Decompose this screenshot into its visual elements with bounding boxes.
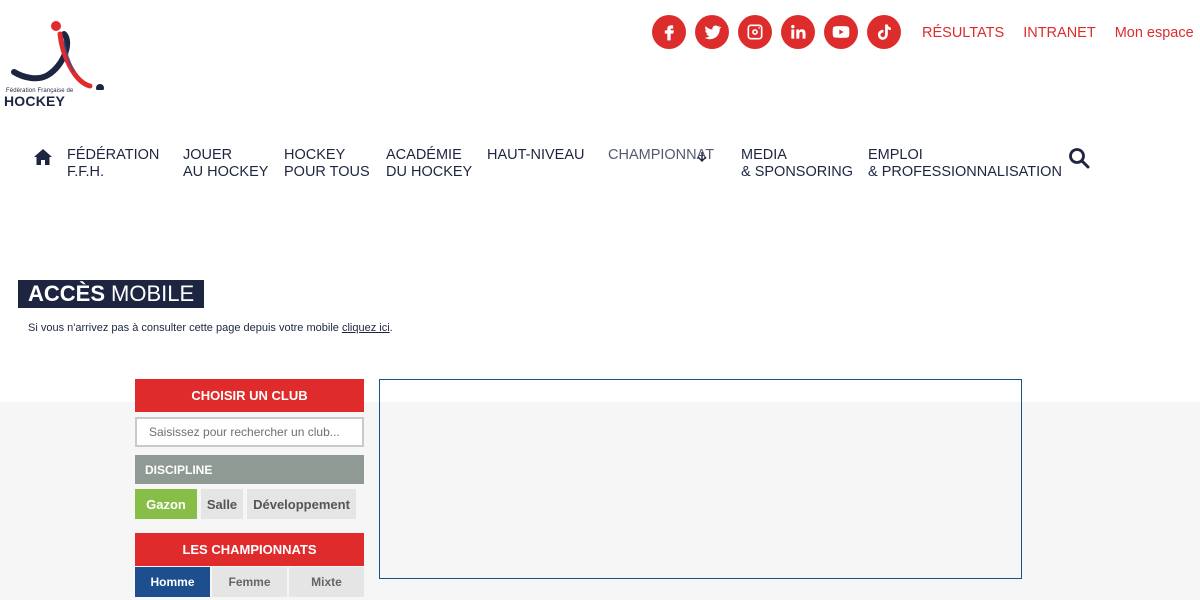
tiktok-icon[interactable]: [867, 15, 901, 49]
results-frame: [379, 379, 1022, 579]
mobile-note: Si vous n'arrivez pas à consulter cette …: [28, 322, 393, 334]
discipline-developpement[interactable]: Développement: [247, 489, 356, 519]
nav-hockey-pour-tous[interactable]: HOCKEY POUR TOUS: [284, 147, 370, 181]
intranet-link[interactable]: INTRANET: [1023, 25, 1096, 41]
nav-emploi-line2: & PROFESSIONNALISATION: [868, 164, 1062, 180]
resultats-link[interactable]: RÉSULTATS: [922, 25, 1004, 41]
chevron-down-icon: [697, 152, 707, 162]
logo-title: HOCKEY: [4, 93, 66, 109]
gender-mixte[interactable]: Mixte: [289, 567, 364, 597]
top-links: RÉSULTATS INTRANET Mon espace: [922, 25, 1194, 41]
nav-federation-line1: FÉDÉRATION: [67, 147, 160, 163]
mobile-link[interactable]: cliquez ici: [342, 322, 390, 334]
youtube-icon[interactable]: [824, 15, 858, 49]
gender-options: Homme Femme Mixte: [135, 567, 364, 597]
acces-mobile-title: ACCÈS MOBILE: [18, 280, 205, 308]
twitter-icon[interactable]: [695, 15, 729, 49]
nav-media-line1: MEDIA: [741, 147, 787, 163]
nav-jouer[interactable]: JOUER AU HOCKEY: [183, 147, 268, 181]
nav-jouer-line1: JOUER: [183, 147, 233, 163]
nav-hockey-pour-tous-line2: POUR TOUS: [284, 164, 370, 180]
acces-title-bold: ACCÈS: [28, 281, 106, 306]
discipline-options: Gazon Salle Développement: [135, 489, 364, 519]
acces-title-light: MOBILE: [111, 281, 195, 306]
nav-emploi-line1: EMPLOI: [868, 147, 923, 163]
mobile-note-text: Si vous n'arrivez pas à consulter cette …: [28, 322, 339, 334]
instagram-icon[interactable]: [738, 15, 772, 49]
nav-federation[interactable]: FÉDÉRATION F.F.H.: [67, 147, 159, 181]
nav-academie-line1: ACADÉMIE: [386, 147, 462, 163]
nav-academie[interactable]: ACADÉMIE DU HOCKEY: [386, 147, 472, 181]
page: Fédération Française de HOCKEY RÉSULTATS…: [0, 0, 1200, 600]
logo-mark: [11, 21, 104, 92]
facebook-icon[interactable]: [652, 15, 686, 49]
gender-homme[interactable]: Homme: [135, 567, 210, 597]
mobile-note-period: .: [389, 322, 393, 334]
social-links: [652, 15, 901, 49]
club-search-input[interactable]: [135, 417, 364, 447]
choose-club-header: CHOISIR UN CLUB: [135, 379, 364, 412]
nav-jouer-line2: AU HOCKEY: [183, 164, 269, 180]
nav-hockey-pour-tous-line1: HOCKEY: [284, 147, 346, 163]
championnats-header: LES CHAMPIONNATS: [135, 533, 364, 566]
nav-emploi[interactable]: EMPLOI & PROFESSIONNALISATION: [868, 147, 1062, 181]
home-icon[interactable]: [33, 148, 53, 166]
nav-media-line2: & SPONSORING: [741, 164, 853, 180]
nav-haut-niveau[interactable]: HAUT-NIVEAU: [487, 147, 585, 164]
mon-espace-link[interactable]: Mon espace: [1115, 25, 1194, 41]
search-icon[interactable]: [1068, 147, 1090, 169]
ffh-logo[interactable]: Fédération Française de HOCKEY: [4, 20, 108, 110]
discipline-salle[interactable]: Salle: [201, 489, 243, 519]
discipline-header: DISCIPLINE: [135, 455, 364, 484]
linkedin-icon[interactable]: [781, 15, 815, 49]
gender-femme[interactable]: Femme: [212, 567, 287, 597]
nav-media[interactable]: MEDIA & SPONSORING: [741, 147, 853, 181]
nav-federation-line2: F.F.H.: [67, 164, 105, 180]
nav-academie-line2: DU HOCKEY: [386, 164, 473, 180]
club-panel: CHOISIR UN CLUB DISCIPLINE Gazon Salle D…: [135, 379, 364, 597]
discipline-gazon[interactable]: Gazon: [135, 489, 197, 519]
nav-haut-niveau-line1: HAUT-NIVEAU: [487, 147, 585, 163]
